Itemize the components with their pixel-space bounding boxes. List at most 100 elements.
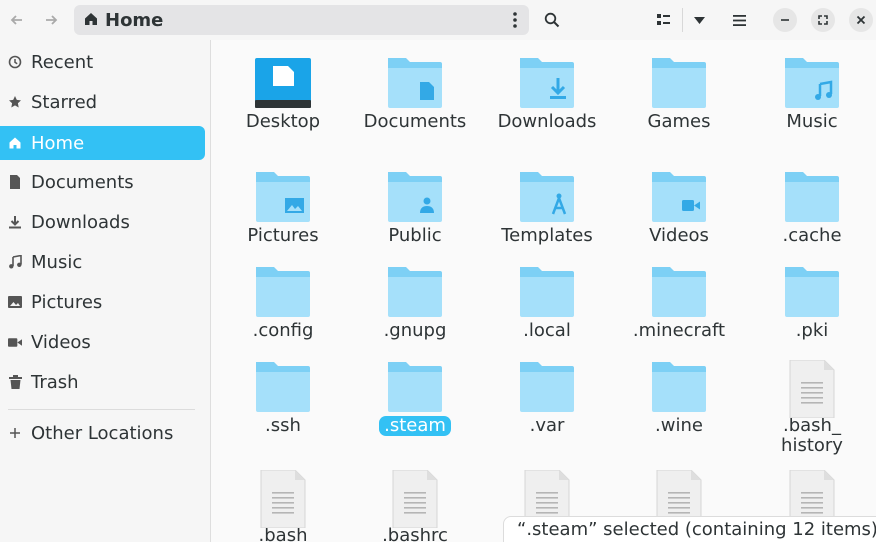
folder-item[interactable]: .local bbox=[482, 265, 612, 341]
sidebar-item-music[interactable]: Music bbox=[0, 245, 205, 279]
arrow-left-icon bbox=[10, 15, 22, 25]
folder-icon bbox=[517, 360, 577, 414]
search-button[interactable] bbox=[541, 6, 563, 34]
sidebar-item-label: Documents bbox=[31, 171, 134, 193]
star-icon bbox=[8, 95, 22, 109]
folder-item[interactable]: .cache bbox=[747, 170, 876, 246]
item-label: Desktop bbox=[245, 111, 321, 132]
folder-item[interactable]: Desktop bbox=[218, 56, 348, 132]
text-file-icon bbox=[385, 469, 445, 529]
item-label: .minecraft bbox=[632, 320, 726, 341]
maximize-button[interactable] bbox=[811, 8, 835, 32]
arrow-right-icon bbox=[46, 15, 58, 25]
folder-item[interactable]: .minecraft bbox=[614, 265, 744, 341]
chevron-down-icon bbox=[693, 16, 705, 24]
folder-item[interactable]: .var bbox=[482, 360, 612, 436]
document-icon bbox=[8, 175, 22, 189]
minimize-button[interactable] bbox=[773, 8, 797, 32]
text-file-icon bbox=[253, 469, 313, 529]
sidebar-item-label: Other Locations bbox=[31, 422, 174, 444]
header-separator bbox=[682, 8, 683, 32]
minimize-icon bbox=[781, 19, 789, 21]
folder-item[interactable]: Public bbox=[350, 170, 480, 246]
sidebar-item-trash[interactable]: Trash bbox=[0, 365, 205, 399]
video-icon bbox=[8, 337, 22, 348]
item-label: .bashrc bbox=[382, 525, 448, 542]
clock-icon bbox=[8, 55, 22, 69]
folder-icon bbox=[517, 56, 577, 110]
folder-icon bbox=[253, 360, 313, 414]
item-label: Music bbox=[786, 111, 838, 132]
item-label: .cache bbox=[782, 225, 842, 246]
folder-item[interactable]: Documents bbox=[350, 56, 480, 132]
sidebar-item-starred[interactable]: Starred bbox=[0, 85, 205, 119]
home-icon bbox=[84, 11, 98, 30]
folder-item[interactable]: Videos bbox=[614, 170, 744, 246]
folder-icon bbox=[253, 265, 313, 319]
folder-item[interactable]: Pictures bbox=[218, 170, 348, 246]
folder-item[interactable]: .wine bbox=[614, 360, 744, 436]
trash-icon bbox=[8, 375, 22, 389]
folder-item[interactable]: .ssh bbox=[218, 360, 348, 436]
item-label: .local bbox=[523, 320, 571, 341]
sidebar: Recent Starred Home Documents Downloads … bbox=[0, 40, 211, 542]
folder-icon bbox=[517, 265, 577, 319]
folder-icon bbox=[649, 265, 709, 319]
path-menu-button[interactable] bbox=[513, 12, 517, 32]
view-mode-button[interactable] bbox=[653, 6, 675, 34]
item-label: .var bbox=[529, 415, 565, 436]
path-bar[interactable]: Home bbox=[74, 5, 529, 35]
sidebar-item-label: Downloads bbox=[31, 211, 130, 233]
folder-item[interactable]: Templates bbox=[482, 170, 612, 246]
desktop-folder-icon bbox=[253, 56, 313, 110]
sidebar-item-label: Videos bbox=[31, 331, 91, 353]
folder-icon bbox=[253, 170, 313, 224]
folder-item[interactable]: Downloads bbox=[482, 56, 612, 132]
sidebar-item-videos[interactable]: Videos bbox=[0, 325, 205, 359]
main-menu-button[interactable] bbox=[728, 6, 750, 34]
folder-item[interactable]: Music bbox=[747, 56, 876, 132]
location-title: Home bbox=[105, 9, 164, 31]
folder-icon bbox=[385, 170, 445, 224]
sidebar-item-home[interactable]: Home bbox=[0, 126, 205, 160]
folder-icon bbox=[649, 170, 709, 224]
folder-item[interactable]: .pki bbox=[747, 265, 876, 341]
item-label: Public bbox=[388, 225, 442, 246]
item-label: .wine bbox=[655, 415, 703, 436]
file-item[interactable]: .bashrc bbox=[350, 469, 480, 542]
text-file-icon bbox=[782, 359, 842, 419]
folder-icon bbox=[782, 56, 842, 110]
search-icon bbox=[544, 12, 560, 28]
sidebar-item-label: Recent bbox=[31, 51, 94, 73]
item-label: .gnupg bbox=[383, 320, 447, 341]
sidebar-item-label: Starred bbox=[31, 91, 98, 113]
item-label: .config bbox=[252, 320, 314, 341]
folder-item[interactable]: .steam bbox=[350, 360, 480, 436]
sidebar-item-pictures[interactable]: Pictures bbox=[0, 285, 205, 319]
sidebar-item-other-locations[interactable]: Other Locations bbox=[0, 416, 205, 450]
file-item[interactable]: .bash bbox=[218, 469, 348, 542]
folder-item[interactable]: .config bbox=[218, 265, 348, 341]
folder-icon bbox=[385, 56, 445, 110]
sidebar-item-downloads[interactable]: Downloads bbox=[0, 205, 205, 239]
sidebar-item-recent[interactable]: Recent bbox=[0, 45, 205, 79]
list-view-icon bbox=[657, 14, 670, 25]
sidebar-item-documents[interactable]: Documents bbox=[0, 165, 205, 199]
status-bar: “.steam” selected (containing 12 items) bbox=[503, 516, 876, 542]
folder-icon bbox=[649, 56, 709, 110]
sidebar-item-label: Pictures bbox=[31, 291, 103, 313]
file-item[interactable]: .bash_ history bbox=[747, 359, 876, 456]
vertical-dots-icon bbox=[513, 12, 517, 28]
view-options-button[interactable] bbox=[689, 6, 709, 34]
sidebar-item-label: Trash bbox=[31, 371, 79, 393]
back-button[interactable] bbox=[6, 6, 28, 34]
forward-button[interactable] bbox=[40, 6, 62, 34]
folder-item[interactable]: Games bbox=[614, 56, 744, 132]
folder-icon bbox=[517, 170, 577, 224]
folder-icon bbox=[782, 265, 842, 319]
close-button[interactable] bbox=[849, 8, 873, 32]
folder-icon bbox=[649, 360, 709, 414]
plus-icon bbox=[8, 427, 22, 439]
folder-item[interactable]: .gnupg bbox=[350, 265, 480, 341]
item-label: Videos bbox=[649, 225, 709, 246]
